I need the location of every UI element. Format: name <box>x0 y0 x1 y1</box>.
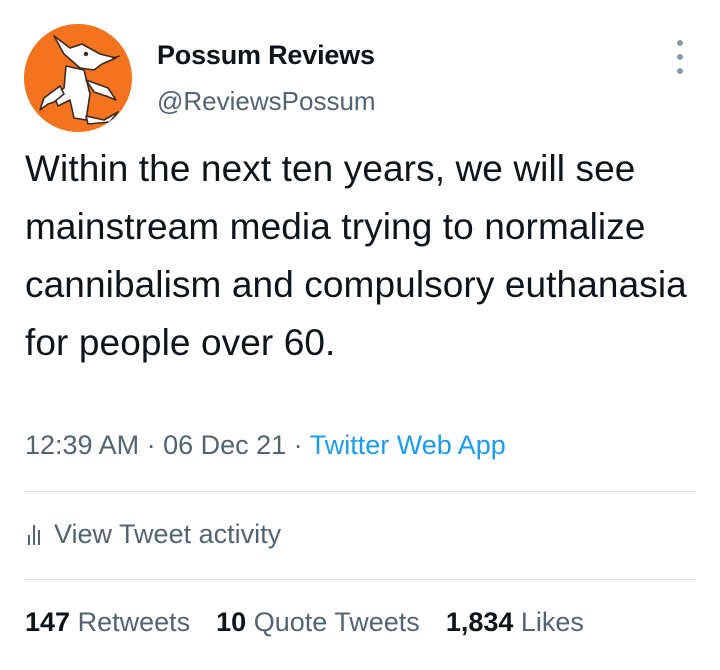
author-handle[interactable]: @ReviewsPossum <box>157 86 376 117</box>
tweet-meta: 12:39 AM · 06 Dec 21 · Twitter Web App <box>25 430 506 461</box>
tweet-text: Within the next ten years, we will see m… <box>25 148 687 363</box>
quote-tweets-stat[interactable]: 10 Quote Tweets <box>216 607 420 638</box>
retweets-label: Retweets <box>77 607 191 637</box>
view-tweet-activity-button[interactable]: View Tweet activity <box>28 519 281 550</box>
activity-label: View Tweet activity <box>54 519 282 549</box>
meta-separator: · <box>286 430 310 460</box>
tweet-time[interactable]: 12:39 AM <box>25 430 139 460</box>
more-options-button[interactable] <box>664 40 696 74</box>
author-display-name[interactable]: Possum Reviews <box>157 40 375 71</box>
analytics-bars-icon <box>28 524 40 545</box>
meta-separator: · <box>139 430 164 460</box>
likes-count: 1,834 <box>445 607 514 637</box>
tweet-stats: 147 Retweets 10 Quote Tweets 1,834 Likes <box>25 607 610 638</box>
possum-avatar-icon <box>24 24 132 132</box>
likes-label: Likes <box>520 607 584 637</box>
likes-stat[interactable]: 1,834 Likes <box>446 607 584 638</box>
avatar[interactable] <box>24 24 132 132</box>
quote-tweets-label: Quote Tweets <box>253 607 420 637</box>
quote-tweets-count: 10 <box>216 607 247 637</box>
tweet-date[interactable]: 06 Dec 21 <box>163 430 286 460</box>
tweet-source-link[interactable]: Twitter Web App <box>310 430 506 460</box>
retweets-count: 147 <box>25 607 71 637</box>
retweets-stat[interactable]: 147 Retweets <box>25 607 190 638</box>
divider <box>25 579 696 580</box>
divider <box>25 491 696 492</box>
tweet-card: Possum Reviews @ReviewsPossum Within the… <box>0 0 720 670</box>
